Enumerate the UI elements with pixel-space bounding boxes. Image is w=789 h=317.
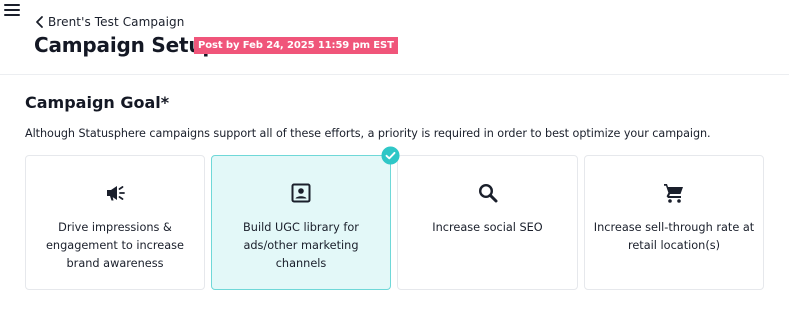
section-title: Campaign Goal*	[25, 93, 170, 112]
goal-card-retail-sell-through[interactable]: Increase sell-through rate at retail loc…	[584, 155, 764, 290]
breadcrumb-campaign-name: Brent's Test Campaign	[48, 15, 185, 29]
goal-card-label: Increase social SEO	[432, 221, 543, 234]
chevron-left-icon	[36, 16, 43, 28]
shopping-cart-icon	[664, 184, 683, 203]
deadline-badge: Post by Feb 24, 2025 11:59 pm EST	[194, 37, 398, 54]
goal-card-ugc-library[interactable]: Build UGC library for ads/other marketin…	[211, 155, 391, 290]
selected-check-icon	[381, 146, 400, 165]
section-description: Although Statusphere campaigns support a…	[25, 127, 711, 140]
goal-card-label: Increase sell-through rate at retail loc…	[593, 221, 755, 252]
search-icon	[478, 183, 497, 203]
page-title: Campaign Setup	[34, 33, 217, 57]
goal-card-label: Build UGC library for ads/other marketin…	[243, 221, 359, 270]
hamburger-menu-icon[interactable]	[4, 4, 20, 18]
goal-card-social-seo[interactable]: Increase social SEO	[397, 155, 578, 290]
megaphone-icon	[107, 186, 125, 201]
back-link[interactable]: Brent's Test Campaign	[34, 15, 184, 29]
goal-card-brand-awareness[interactable]: Drive impressions & engagement to increa…	[25, 155, 205, 290]
portrait-icon	[291, 183, 311, 203]
header-divider	[0, 74, 789, 75]
goal-card-label: Drive impressions & engagement to increa…	[45, 221, 184, 270]
